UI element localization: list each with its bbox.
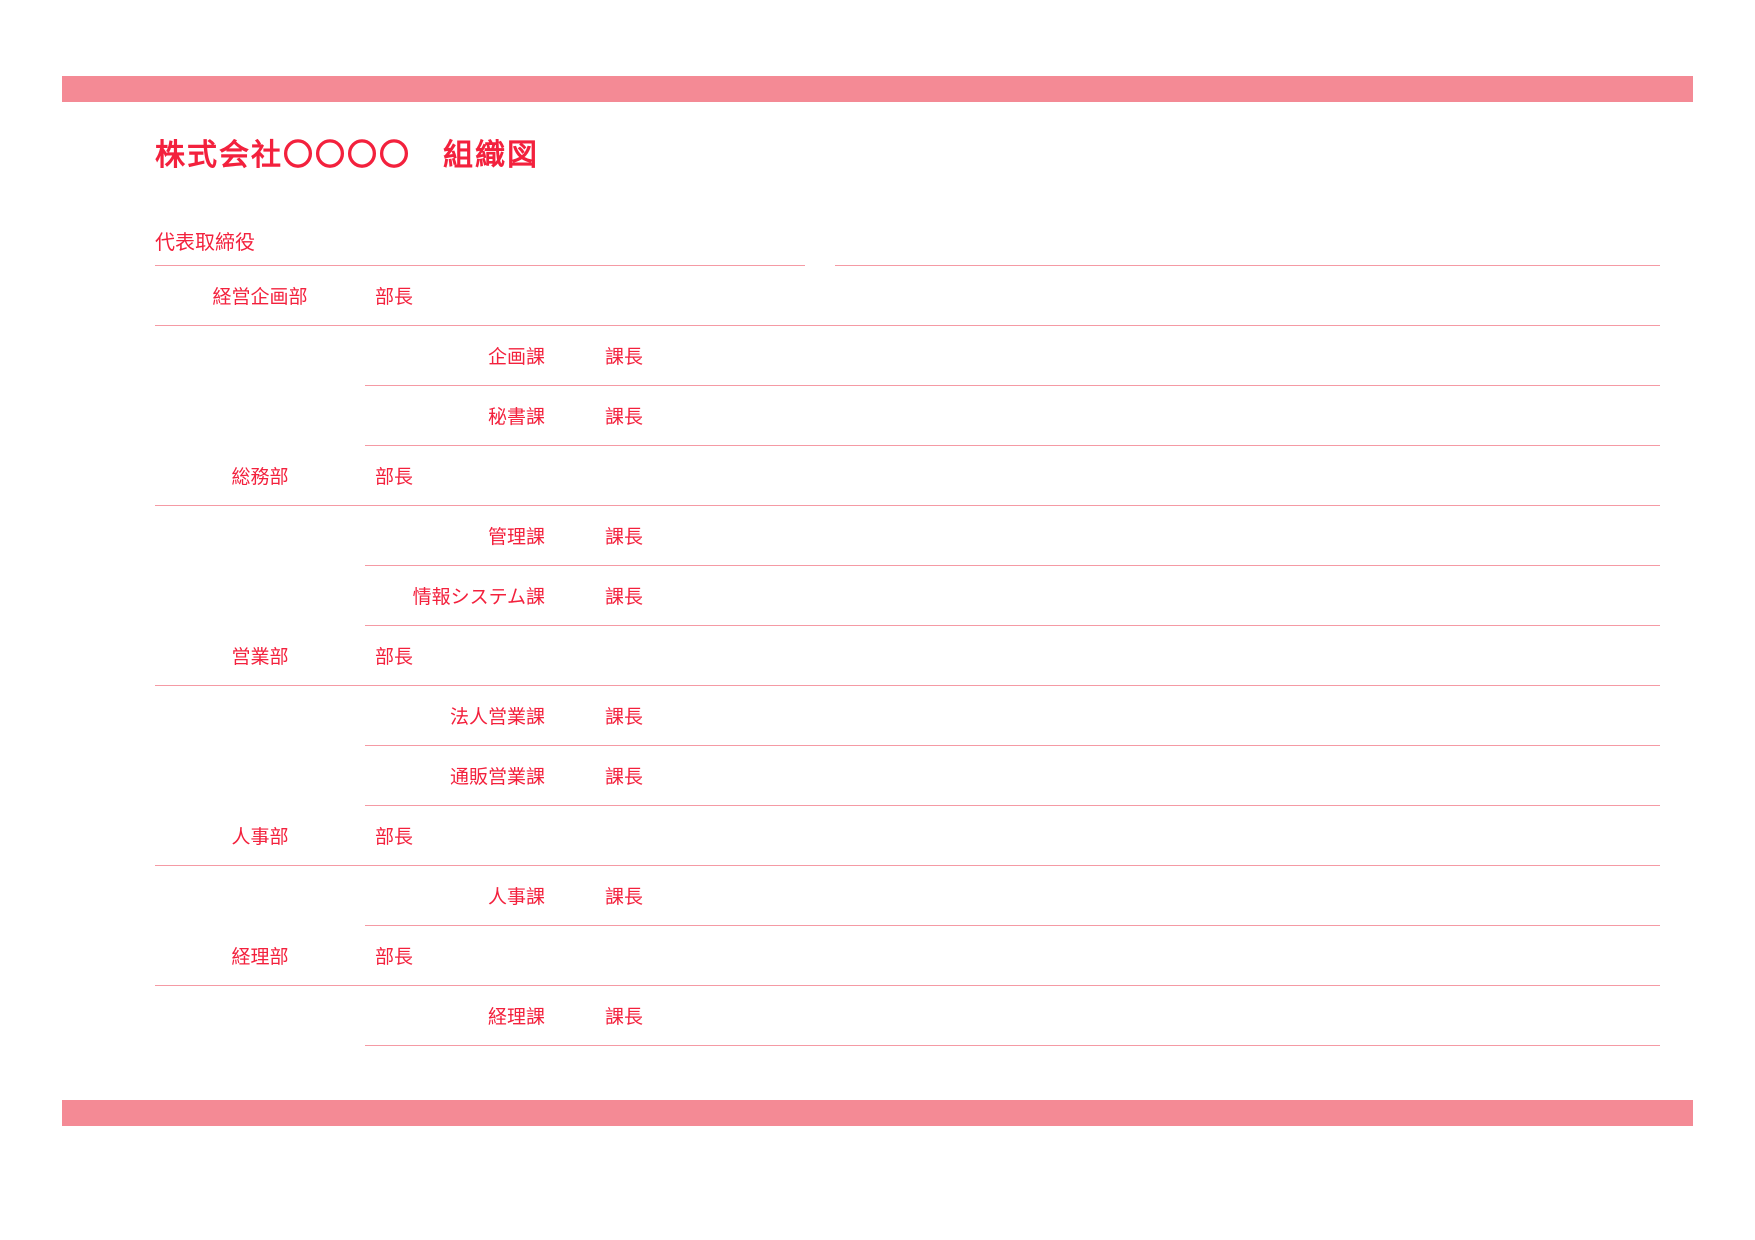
section-head-label: 課長 <box>575 762 785 789</box>
document-title: 株式会社〇〇〇〇 組織図 <box>155 130 1660 174</box>
section-head-label: 課長 <box>575 882 785 909</box>
department-name: 経理部 <box>155 942 365 969</box>
section-head-label: 課長 <box>575 582 785 609</box>
page: 株式会社〇〇〇〇 組織図 代表取締役 経営企画部部長企画課課長秘書課課長総務部部… <box>0 0 1755 1240</box>
department-name: 総務部 <box>155 462 365 489</box>
department-head-label: 部長 <box>365 642 575 669</box>
section-head-label: 課長 <box>575 522 785 549</box>
section-name: 秘書課 <box>365 402 575 429</box>
root-role: 代表取締役 <box>155 226 1660 265</box>
department-row: 人事部部長 <box>155 806 1660 866</box>
section-row: 人事課課長 <box>365 866 1660 926</box>
content: 株式会社〇〇〇〇 組織図 代表取締役 経営企画部部長企画課課長秘書課課長総務部部… <box>155 130 1660 1046</box>
section-name: 情報システム課 <box>365 582 575 609</box>
section-head-label: 課長 <box>575 1002 785 1029</box>
section-name: 経理課 <box>365 1002 575 1029</box>
section-row: 企画課課長 <box>365 326 1660 386</box>
section-head-label: 課長 <box>575 702 785 729</box>
department-row: 経営企画部部長 <box>155 266 1660 326</box>
department-row: 経理部部長 <box>155 926 1660 986</box>
section-name: 管理課 <box>365 522 575 549</box>
section-row: 通販営業課課長 <box>365 746 1660 806</box>
department-name: 経営企画部 <box>155 282 365 309</box>
department-head-label: 部長 <box>365 942 575 969</box>
section-head-label: 課長 <box>575 402 785 429</box>
department-name: 営業部 <box>155 642 365 669</box>
section-name: 通販営業課 <box>365 762 575 789</box>
department-head-label: 部長 <box>365 282 575 309</box>
department-row: 総務部部長 <box>155 446 1660 506</box>
department-head-label: 部長 <box>365 822 575 849</box>
section-row: 管理課課長 <box>365 506 1660 566</box>
footer-bar <box>62 1100 1693 1126</box>
section-row: 法人営業課課長 <box>365 686 1660 746</box>
section-name: 企画課 <box>365 342 575 369</box>
section-row: 秘書課課長 <box>365 386 1660 446</box>
underline-right <box>835 265 1660 266</box>
root-underline <box>155 265 1660 266</box>
section-row: 経理課課長 <box>365 986 1660 1046</box>
section-name: 人事課 <box>365 882 575 909</box>
section-head-label: 課長 <box>575 342 785 369</box>
department-head-label: 部長 <box>365 462 575 489</box>
header-bar <box>62 76 1693 102</box>
department-name: 人事部 <box>155 822 365 849</box>
section-row: 情報システム課課長 <box>365 566 1660 626</box>
underline-left <box>155 265 805 266</box>
department-row: 営業部部長 <box>155 626 1660 686</box>
section-name: 法人営業課 <box>365 702 575 729</box>
org-chart: 経営企画部部長企画課課長秘書課課長総務部部長管理課課長情報システム課課長営業部部… <box>155 265 1660 1046</box>
